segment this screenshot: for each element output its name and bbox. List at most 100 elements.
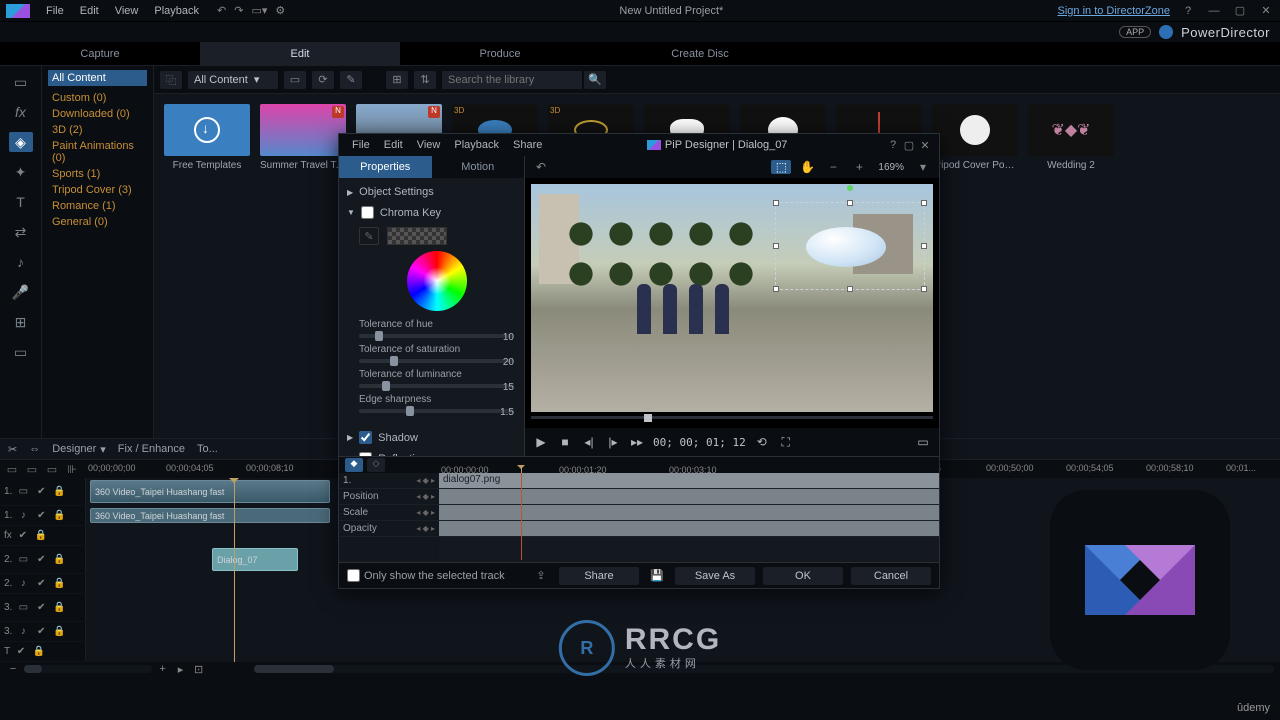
save-as-icon[interactable]: 💾 bbox=[647, 569, 667, 582]
only-show-track-checkbox[interactable]: Only show the selected track bbox=[347, 569, 505, 582]
settings-icon[interactable]: ⚙ bbox=[275, 4, 285, 17]
menu-edit[interactable]: Edit bbox=[72, 5, 107, 17]
fast-forward-icon[interactable]: ▸▸ bbox=[629, 435, 645, 449]
pip-title-bar[interactable]: File Edit View Playback Share PiP Design… bbox=[339, 134, 939, 156]
ok-button[interactable]: OK bbox=[763, 567, 843, 585]
kf-scale-track[interactable] bbox=[439, 505, 939, 521]
save-as-button[interactable]: Save As bbox=[675, 567, 755, 585]
fullscreen-icon[interactable]: ⛶ bbox=[778, 435, 794, 450]
next-frame-icon[interactable]: |▸ bbox=[605, 435, 621, 449]
tl-view-2-icon[interactable]: ▭ bbox=[24, 463, 40, 476]
section-object-settings[interactable]: ▶Object Settings bbox=[347, 182, 516, 202]
tl-zoom-fit-icon[interactable]: ⊡ bbox=[192, 663, 206, 676]
lib-tool-1-icon[interactable]: ▭ bbox=[284, 71, 306, 89]
audio-room-icon[interactable]: ♪ bbox=[9, 252, 33, 272]
track-header[interactable]: fx✔🔒 bbox=[0, 526, 86, 545]
track-toggle-icon[interactable]: ✔ bbox=[34, 578, 48, 589]
category-romance[interactable]: Romance (1) bbox=[48, 198, 147, 214]
pip-menu-playback[interactable]: Playback bbox=[447, 139, 506, 151]
category-tripod-cover[interactable]: Tripod Cover (3) bbox=[48, 182, 147, 198]
track-toggle-icon[interactable]: 🔒 bbox=[34, 530, 48, 541]
undo-icon[interactable]: ↶ bbox=[217, 4, 226, 17]
tl-view-1-icon[interactable]: ▭ bbox=[4, 463, 20, 476]
kf-row-opacity[interactable]: Opacity◂ ◆ ▸ bbox=[339, 521, 439, 537]
track-header[interactable]: 3.▭✔🔒 bbox=[0, 594, 86, 621]
maximize-icon[interactable]: ▢ bbox=[1232, 4, 1248, 17]
prev-frame-icon[interactable]: ◂| bbox=[581, 435, 597, 449]
zoom-out-icon[interactable]: − bbox=[823, 160, 843, 174]
slider-tolerance-of-saturation[interactable]: Tolerance of saturation20 bbox=[359, 344, 514, 363]
track-toggle-icon[interactable]: ✔ bbox=[16, 530, 30, 541]
slider-tolerance-of-hue[interactable]: Tolerance of hue10 bbox=[359, 319, 514, 338]
track-header[interactable]: 2.♪✔🔒 bbox=[0, 574, 86, 593]
pip-menu-edit[interactable]: Edit bbox=[377, 139, 410, 151]
pip-maximize-icon[interactable]: ▢ bbox=[901, 139, 917, 152]
prev-keyframe-icon[interactable]: ◇ bbox=[367, 458, 385, 472]
mode-produce[interactable]: Produce bbox=[400, 42, 600, 65]
chapter-room-icon[interactable]: ⊞ bbox=[9, 312, 33, 332]
tl-split-icon[interactable]: ✂ bbox=[8, 443, 17, 456]
track-header[interactable]: T✔🔒 bbox=[0, 642, 86, 661]
lib-tool-2-icon[interactable]: ⟳ bbox=[312, 71, 334, 89]
undo-icon[interactable]: ↶ bbox=[531, 160, 551, 174]
sort-icon[interactable]: ⇅ bbox=[414, 71, 436, 89]
track-toggle-icon[interactable]: ♪ bbox=[16, 578, 30, 589]
mode-capture[interactable]: Capture bbox=[0, 42, 200, 65]
section-shadow[interactable]: ▶Shadow bbox=[347, 427, 516, 448]
timeline-clip[interactable]: 360 Video_Taipei Huashang fast bbox=[90, 508, 330, 523]
timeline-clip[interactable]: Dialog_07 bbox=[212, 548, 298, 571]
track-toggle-icon[interactable]: 🔒 bbox=[52, 554, 66, 565]
track-toggle-icon[interactable]: ✔ bbox=[34, 602, 48, 613]
pip-help-icon[interactable]: ? bbox=[885, 139, 901, 151]
track-header[interactable]: 1.♪✔🔒 bbox=[0, 506, 86, 525]
track-toggle-icon[interactable]: ▭ bbox=[16, 602, 30, 613]
tl-tool-icon[interactable]: ⇔ bbox=[29, 443, 40, 455]
help-icon[interactable]: ? bbox=[1180, 5, 1196, 17]
safe-zone-icon[interactable]: ▭ bbox=[915, 435, 931, 449]
lib-tool-3-icon[interactable]: ✎ bbox=[340, 71, 362, 89]
category-custom[interactable]: Custom (0) bbox=[48, 90, 147, 106]
zoom-dropdown-icon[interactable]: ▾ bbox=[913, 160, 933, 174]
particle-room-icon[interactable]: ✦ bbox=[9, 162, 33, 182]
track-toggle-icon[interactable]: ✔ bbox=[34, 486, 48, 497]
kf-clip-track[interactable]: dialog07.png bbox=[439, 473, 939, 489]
kf-opacity-track[interactable] bbox=[439, 521, 939, 537]
track-toggle-icon[interactable]: 🔒 bbox=[32, 646, 46, 657]
pip-tab-motion[interactable]: Motion bbox=[432, 156, 525, 178]
category-all-content[interactable]: All Content bbox=[48, 70, 147, 86]
media-room-icon[interactable]: ▭ bbox=[9, 72, 33, 92]
section-reflection[interactable]: ▶Reflection bbox=[347, 448, 516, 456]
fix-enhance-button[interactable]: Fix / Enhance bbox=[118, 443, 185, 455]
app-pill[interactable]: APP bbox=[1119, 26, 1151, 38]
rotate-handle-icon[interactable] bbox=[847, 185, 853, 191]
import-icon[interactable]: ⿻ bbox=[160, 71, 182, 89]
pip-room-icon[interactable]: ◈ bbox=[9, 132, 33, 152]
color-wheel[interactable] bbox=[407, 251, 467, 311]
pip-tab-properties[interactable]: Properties bbox=[339, 156, 432, 178]
track-toggle-icon[interactable]: 🔒 bbox=[52, 626, 66, 637]
fx-room-icon[interactable]: fx bbox=[9, 102, 33, 122]
category-paint-animations[interactable]: Paint Animations (0) bbox=[48, 138, 147, 166]
designer-dropdown[interactable]: Designer ▾ bbox=[52, 443, 106, 456]
zoom-value[interactable]: 169% bbox=[875, 162, 907, 173]
track-toggle-icon[interactable]: 🔒 bbox=[52, 486, 66, 497]
search-input[interactable] bbox=[442, 71, 582, 89]
search-icon[interactable]: 🔍 bbox=[584, 71, 606, 89]
transition-room-icon[interactable]: ⇄ bbox=[9, 222, 33, 242]
close-icon[interactable]: ✕ bbox=[1258, 4, 1274, 17]
selection-box[interactable] bbox=[775, 202, 925, 290]
track-toggle-icon[interactable]: ✔ bbox=[14, 646, 28, 657]
mode-create-disc[interactable]: Create Disc bbox=[600, 42, 800, 65]
thumb-tripod-cover[interactable]: Tripod Cover Power... bbox=[932, 104, 1018, 171]
cancel-button[interactable]: Cancel bbox=[851, 567, 931, 585]
grid-view-icon[interactable]: ⊞ bbox=[386, 71, 408, 89]
library-filter-combo[interactable]: All Content▾ bbox=[188, 71, 278, 89]
track-toggle-icon[interactable]: ♪ bbox=[16, 510, 30, 521]
track-header[interactable]: 1.▭✔🔒 bbox=[0, 478, 86, 505]
slider-edge-sharpness[interactable]: Edge sharpness1.5 bbox=[359, 394, 514, 413]
canvas-scrubber[interactable] bbox=[531, 416, 933, 424]
chroma-swatch[interactable] bbox=[387, 227, 447, 245]
menu-file[interactable]: File bbox=[38, 5, 72, 17]
hand-tool-icon[interactable]: ✋ bbox=[797, 160, 817, 174]
kf-track-header[interactable]: 1.◂ ◆ ▸ bbox=[339, 473, 439, 489]
